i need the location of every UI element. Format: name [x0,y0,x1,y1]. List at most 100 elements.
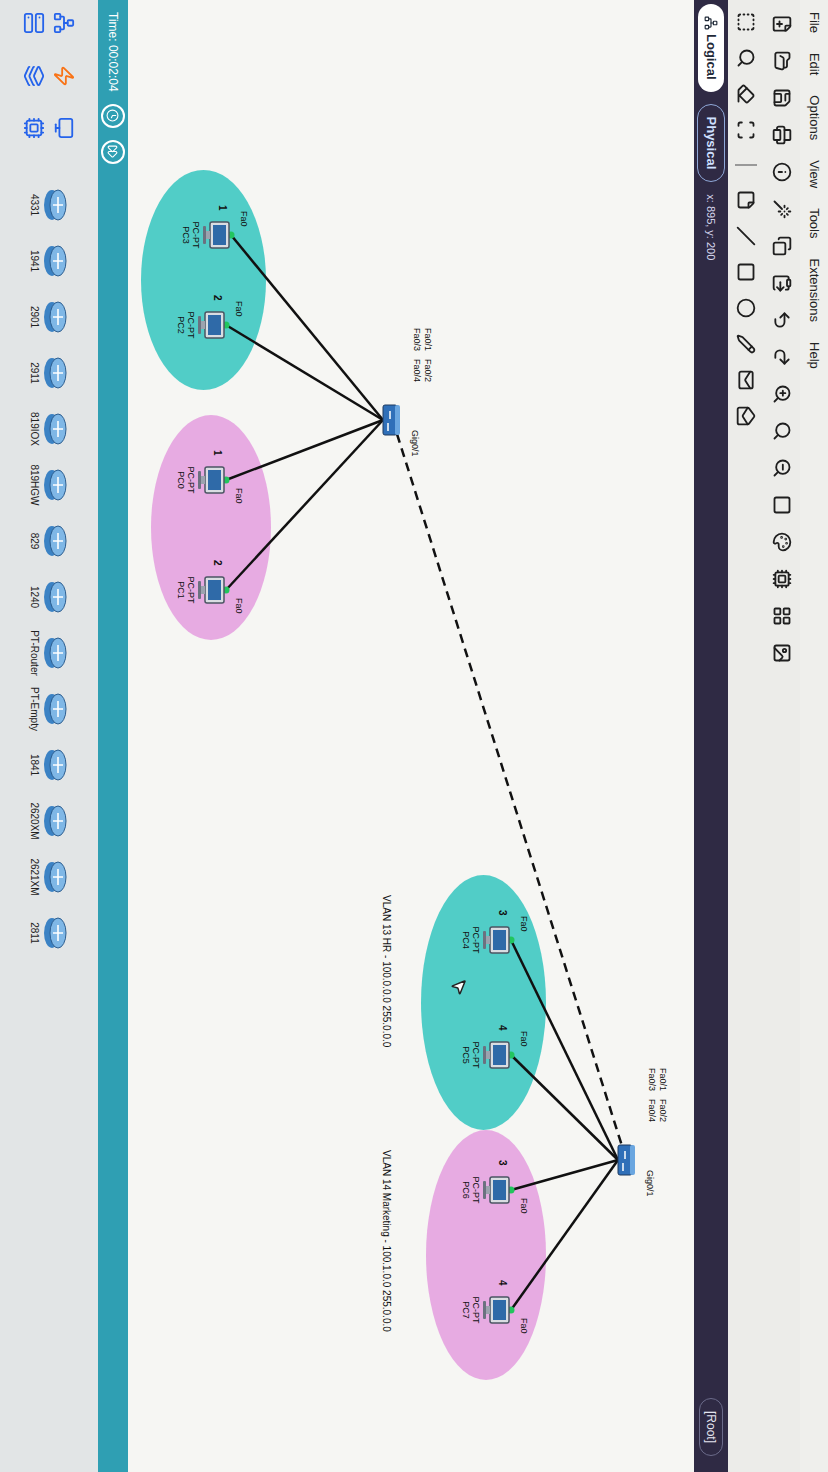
router-icon [43,804,71,838]
menu-item[interactable]: Tools [804,208,824,238]
screen: File Edit Options View Tools Extensions Help Lo… [0,0,828,1472]
toolbar-icon[interactable] [772,495,792,515]
menu-item[interactable]: Options [804,95,824,140]
port-label: Fa0/1 [657,1068,668,1091]
tool-icon[interactable] [736,120,756,140]
device-item[interactable]: PT-Empty [28,682,71,736]
device-label: 1841 [28,754,43,776]
tool-icon[interactable] [736,406,756,426]
pc-icon [481,924,511,956]
pc-name: PC0 [176,471,186,489]
fast-forward-icon [107,145,120,158]
link-line [226,420,383,590]
port-label: Fa0/4 [646,1099,657,1122]
device-item[interactable]: 2621XM [28,850,71,904]
tool-icon[interactable] [736,84,756,104]
pc-port-label: Fa0 [517,1031,531,1047]
device-item[interactable]: 2811 [28,906,71,960]
pc-name: PC4 [461,931,471,949]
realtime-button[interactable] [101,104,125,128]
tool-icon[interactable] [736,334,756,354]
tool-icon[interactable] [736,12,756,32]
menu-item[interactable]: File [804,12,824,33]
view-tab[interactable]: Physical [697,104,725,183]
toolbar-icon[interactable] [772,310,792,330]
pc-number: 2 [210,295,225,301]
category-icon[interactable] [23,117,45,139]
toolbar-icon[interactable] [772,569,792,589]
device-label: PT-Empty [28,687,43,731]
view-tab[interactable]: Logical [698,4,724,92]
uplink-label: Gig0/1 [643,1170,657,1197]
toolbar-icon[interactable] [772,236,792,256]
category-icon[interactable] [53,65,75,87]
tool-icon[interactable] [736,298,756,318]
tool-icon[interactable] [736,262,756,282]
pc-name: PC2 [176,316,186,334]
toolbar-icon[interactable] [772,532,792,552]
device-item[interactable]: 2911 [28,346,71,400]
pc[interactable]: PC-PTPC7 [461,1288,511,1332]
device-label: 819HGW [28,464,43,505]
category-icon[interactable] [53,117,75,139]
breadcrumb[interactable]: [Root] [699,1398,723,1456]
menu-item[interactable]: Extensions [804,258,824,322]
pc[interactable]: PC-PTPC5 [461,1033,511,1077]
toolbar-icon[interactable] [772,458,792,478]
link-line [511,940,618,1160]
pc[interactable]: PC-PTPC0 [176,458,226,502]
vlan-label: VLAN 13 HR - 100.0.0.0 255.0.0.0 [379,895,394,1047]
port-label: Fa0/4 [411,359,422,382]
logical-canvas[interactable]: Fa0/1Fa0/2Fa0/3Fa0/4Gig0/1Fa01PC-PTPC3Fa… [128,0,694,1472]
pc-icon [481,1039,511,1071]
device-item[interactable]: 819IOX [28,402,71,456]
pc[interactable]: PC-PTPC3 [181,213,231,257]
switch[interactable] [381,404,401,436]
switch[interactable] [616,1144,636,1176]
category-icon[interactable] [23,12,45,34]
fast-forward-button[interactable] [101,140,125,164]
pc-port-label: Fa0 [517,1198,531,1214]
toolbar-icon[interactable] [772,51,792,71]
device-item[interactable]: 4331 [28,178,71,232]
pc-type: PC-PT [471,1177,481,1204]
pc[interactable]: PC-PTPC6 [461,1168,511,1212]
device-item[interactable]: PT-Router [28,626,71,680]
toolbar-icon[interactable] [772,606,792,626]
category-icon[interactable] [53,12,75,34]
switch-icon [616,1144,636,1176]
toolbar-icon[interactable] [772,643,792,663]
tool-icon[interactable] [736,48,756,68]
device-item[interactable]: 1941 [28,234,71,288]
device-item[interactable]: 2620XM [28,794,71,848]
toolbar-icon[interactable] [772,14,792,34]
menu-item[interactable]: Edit [804,53,824,75]
router-icon [43,748,71,782]
device-item[interactable]: 2901 [28,290,71,344]
toolbar-icon[interactable] [772,199,792,219]
port-label: Fa0/2 [422,359,433,382]
device-item[interactable]: 1841 [28,738,71,792]
tool-icon[interactable] [736,370,756,390]
tool-icon[interactable] [736,226,756,246]
mouse-cursor-icon [450,978,468,996]
device-item[interactable]: 1240 [28,570,71,624]
toolbar-icon[interactable] [772,162,792,182]
toolbar-icon[interactable] [772,421,792,441]
toolbar-icon[interactable] [772,347,792,367]
pc[interactable]: PC-PTPC2 [176,303,226,347]
toolbar-icon[interactable] [772,273,792,293]
toolbar-icon[interactable] [772,125,792,145]
category-icon[interactable] [23,65,45,87]
device-item[interactable]: 829 [28,514,71,568]
pc[interactable]: PC-PTPC1 [176,568,226,612]
toolbar-icon[interactable] [772,384,792,404]
pc[interactable]: PC-PTPC4 [461,918,511,962]
device-item[interactable]: 819HGW [28,458,71,512]
toolbar-icon[interactable] [772,88,792,108]
menu-item[interactable]: View [804,160,824,188]
menu-item[interactable]: Help [804,342,824,369]
pc-name: PC6 [461,1181,471,1199]
tool-icon[interactable] [736,190,756,210]
switch-ports: Fa0/1Fa0/2Fa0/3Fa0/4 [646,1068,668,1122]
